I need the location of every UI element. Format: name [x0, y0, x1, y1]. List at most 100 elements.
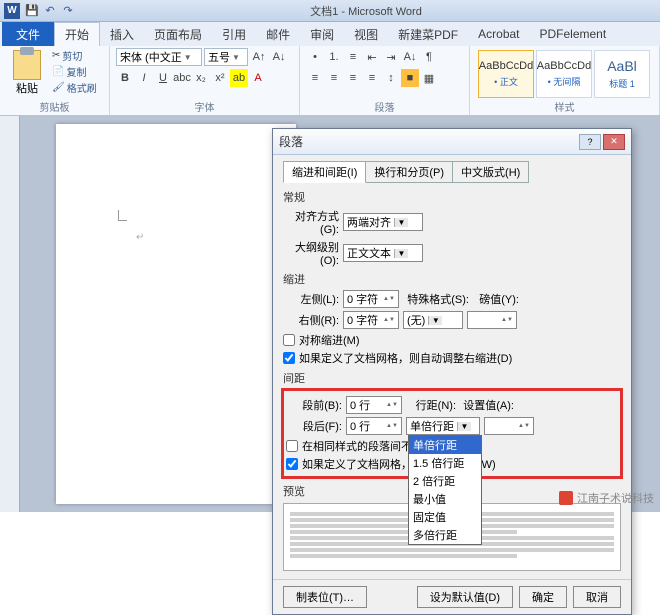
mirror-checkbox[interactable] [283, 334, 295, 346]
nosame-checkbox[interactable] [286, 440, 298, 452]
align-combo[interactable]: 两端对齐▼ [343, 213, 423, 231]
format-painter-button[interactable]: 🖌格式刷 [52, 80, 97, 95]
dialog-tab-indent[interactable]: 缩进和间距(I) [283, 161, 366, 183]
close-button[interactable]: ✕ [603, 134, 625, 150]
snapgrid-checkbox[interactable] [286, 458, 298, 470]
at-spinner[interactable]: ▲▼ [484, 417, 534, 435]
section-spacing: 间距 [283, 370, 621, 386]
superscript-button[interactable]: x² [211, 69, 229, 87]
tab-insert[interactable]: 插入 [100, 22, 144, 46]
indent-left-label: 左侧(L): [283, 291, 339, 307]
help-button[interactable]: ? [579, 134, 601, 150]
italic-button[interactable]: I [135, 69, 153, 87]
cut-button[interactable]: ✂剪切 [52, 48, 97, 63]
by-spinner[interactable]: ▲▼ [467, 311, 517, 329]
indent-left-spinner[interactable]: 0 字符▲▼ [343, 290, 399, 308]
redo-icon[interactable]: ↷ [60, 3, 76, 19]
copy-button[interactable]: 📄复制 [52, 64, 97, 79]
highlight-button[interactable]: ab [230, 69, 248, 87]
tab-mailings[interactable]: 邮件 [256, 22, 300, 46]
line-spacing-button[interactable]: ↕ [382, 69, 400, 87]
font-color-button[interactable]: A [249, 69, 267, 87]
cancel-button[interactable]: 取消 [573, 586, 621, 608]
default-button[interactable]: 设为默认值(D) [417, 586, 513, 608]
tab-home[interactable]: 开始 [54, 22, 100, 46]
tab-view[interactable]: 视图 [344, 22, 388, 46]
tab-acrobat[interactable]: Acrobat [468, 22, 529, 46]
ribbon-tabs: 文件 开始 插入 页面布局 引用 邮件 审阅 视图 新建菜PDF Acrobat… [0, 22, 660, 46]
paragraph-dialog: 段落 ? ✕ 缩进和间距(I) 换行和分页(P) 中文版式(H) 常规 对齐方式… [272, 128, 632, 615]
show-marks-button[interactable]: ¶ [420, 48, 438, 66]
paste-icon [13, 50, 41, 80]
outline-combo[interactable]: 正文文本▼ [343, 244, 423, 262]
option-double[interactable]: 2 倍行距 [409, 472, 481, 490]
subscript-button[interactable]: x₂ [192, 69, 210, 87]
ok-button[interactable]: 确定 [519, 586, 567, 608]
style-nospacing[interactable]: AaBbCcDd• 无间隔 [536, 50, 592, 98]
chevron-down-icon: ▼ [184, 53, 192, 62]
font-name-combo[interactable]: 宋体 (中文正▼ [116, 48, 202, 66]
paste-button[interactable]: 粘贴 [6, 48, 48, 96]
borders-button[interactable]: ▦ [420, 69, 438, 87]
tab-file[interactable]: 文件 [2, 22, 54, 46]
at-label: 设置值(A): [460, 397, 514, 413]
underline-button[interactable]: U [154, 69, 172, 87]
dialog-tab-cjk[interactable]: 中文版式(H) [452, 161, 529, 183]
line-spacing-combo[interactable]: 单倍行距▼ [406, 417, 480, 435]
tab-nitro[interactable]: 新建菜PDF [388, 22, 468, 46]
vertical-ruler [0, 116, 20, 512]
bullets-button[interactable]: • [306, 48, 324, 66]
line-spacing-dropdown[interactable]: 单倍行距 1.5 倍行距 2 倍行距 最小值 固定值 多倍行距 [408, 435, 482, 545]
option-single[interactable]: 单倍行距 [409, 436, 481, 454]
special-label: 特殊格式(S): [403, 291, 469, 307]
group-clipboard-label: 剪贴板 [0, 99, 109, 114]
bold-button[interactable]: B [116, 69, 134, 87]
style-normal[interactable]: AaBbCcDd• 正文 [478, 50, 534, 98]
group-styles-label: 样式 [470, 99, 659, 114]
decrease-indent-button[interactable]: ⇤ [363, 48, 381, 66]
scissors-icon: ✂ [52, 50, 60, 61]
align-left-button[interactable]: ≡ [306, 69, 324, 87]
group-font-label: 字体 [110, 99, 299, 114]
save-icon[interactable]: 💾 [24, 3, 40, 19]
autogrid-checkbox[interactable] [283, 352, 295, 364]
option-atleast[interactable]: 最小值 [409, 490, 481, 508]
shading-button[interactable]: ■ [401, 69, 419, 87]
grow-font-button[interactable]: A↑ [250, 48, 268, 66]
tab-layout[interactable]: 页面布局 [144, 22, 212, 46]
font-size-combo[interactable]: 五号▼ [204, 48, 248, 66]
indent-right-spinner[interactable]: 0 字符▲▼ [343, 311, 399, 329]
styles-gallery[interactable]: AaBbCcDd• 正文 AaBbCcDd• 无间隔 AaBl标题 1 [476, 48, 653, 100]
multilevel-button[interactable]: ≡ [344, 48, 362, 66]
special-combo[interactable]: (无)▼ [403, 311, 463, 329]
justify-button[interactable]: ≡ [363, 69, 381, 87]
autogrid-label: 如果定义了文档网格，则自动调整右缩进(D) [299, 350, 512, 366]
tab-pdfelement[interactable]: PDFelement [530, 22, 617, 46]
align-right-button[interactable]: ≡ [344, 69, 362, 87]
tab-references[interactable]: 引用 [212, 22, 256, 46]
document-page[interactable]: ↵ [56, 124, 296, 504]
numbering-button[interactable]: 1. [325, 48, 343, 66]
sort-button[interactable]: A↓ [401, 48, 419, 66]
after-spinner[interactable]: 0 行▲▼ [346, 417, 402, 435]
option-1-5[interactable]: 1.5 倍行距 [409, 454, 481, 472]
option-exactly[interactable]: 固定值 [409, 508, 481, 526]
highlight-annotation: 段前(B): 0 行▲▼ 行距(N): 设置值(A): 段后(F): 0 行▲▼… [281, 388, 623, 479]
strike-button[interactable]: abc [173, 69, 191, 87]
word-icon: W [4, 3, 20, 19]
align-center-button[interactable]: ≡ [325, 69, 343, 87]
before-spinner[interactable]: 0 行▲▼ [346, 396, 402, 414]
dialog-tab-page[interactable]: 换行和分页(P) [365, 161, 453, 183]
tabs-button[interactable]: 制表位(T)… [283, 586, 367, 608]
before-label: 段前(B): [286, 397, 342, 413]
increase-indent-button[interactable]: ⇥ [382, 48, 400, 66]
option-multiple[interactable]: 多倍行距 [409, 526, 481, 544]
shrink-font-button[interactable]: A↓ [270, 48, 288, 66]
style-heading1[interactable]: AaBl标题 1 [594, 50, 650, 98]
cursor-mark: ↵ [136, 232, 144, 243]
tab-review[interactable]: 审阅 [300, 22, 344, 46]
line-spacing-label: 行距(N): [406, 397, 456, 413]
undo-icon[interactable]: ↶ [42, 3, 58, 19]
ribbon: 粘贴 ✂剪切 📄复制 🖌格式刷 剪贴板 宋体 (中文正▼ 五号▼ A↑ A↓ B… [0, 46, 660, 116]
watermark: 江南子术说科技 [559, 490, 654, 506]
